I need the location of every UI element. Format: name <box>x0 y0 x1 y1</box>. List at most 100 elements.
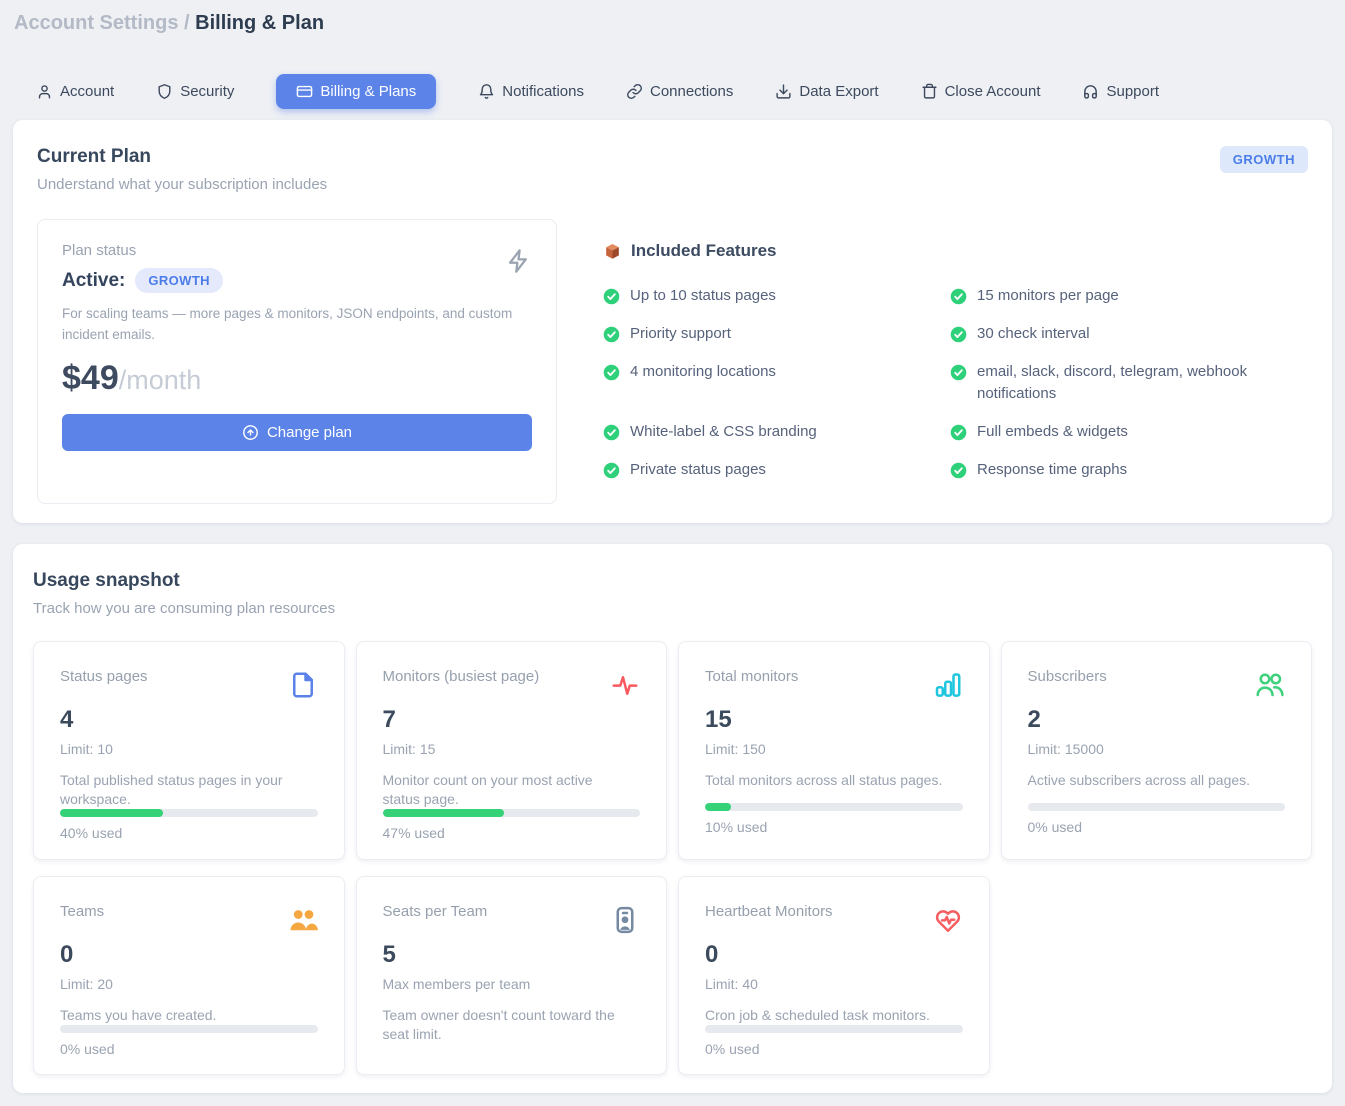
usage-card-description: Monitor count on your most active status… <box>383 771 633 809</box>
usage-card-heartbeat-monitors: Heartbeat Monitors0Limit: 40Cron job & s… <box>678 876 990 1075</box>
usage-card-value: 15 <box>705 706 963 734</box>
usage-card-limit: Limit: 150 <box>705 741 963 757</box>
usage-card-subscribers: Subscribers2Limit: 15000Active subscribe… <box>1001 641 1313 860</box>
feature-label: email, slack, discord, telegram, webhook… <box>977 361 1294 405</box>
price-amount: $49 <box>62 359 119 397</box>
check-circle-icon <box>603 424 620 441</box>
feature-item: 15 monitors per page <box>950 285 1308 307</box>
tab-bar: Account Security Billing & Plans Notificati… <box>36 73 1345 110</box>
feature-label: 4 monitoring locations <box>630 361 776 383</box>
usage-card-title: Total monitors <box>705 668 798 685</box>
usage-card-description: Active subscribers across all pages. <box>1028 771 1278 790</box>
usage-progress: 0% used <box>60 1025 318 1057</box>
feature-item: White-label & CSS branding <box>603 421 950 443</box>
usage-card-limit: Max members per team <box>383 976 641 992</box>
tab-notifications[interactable]: Notifications <box>478 83 584 100</box>
tab-label: Data Export <box>799 83 878 100</box>
usage-card-monitors-busiest-page: Monitors (busiest page)7Limit: 15Monitor… <box>356 641 668 860</box>
progress-fill <box>60 809 163 817</box>
check-circle-icon <box>950 424 967 441</box>
usage-card-seats-per-team: Seats per Team 5 Max members per team Team … <box>356 876 668 1075</box>
feature-item: 4 monitoring locations <box>603 361 950 405</box>
arrow-up-circle-icon <box>242 424 259 441</box>
usage-card-description: Total monitors across all status pages. <box>705 771 955 790</box>
usage-card-value: 4 <box>60 706 318 734</box>
tab-connections[interactable]: Connections <box>626 83 733 100</box>
tab-label: Notifications <box>502 83 584 100</box>
feature-label: Up to 10 status pages <box>630 285 776 307</box>
progress-fill <box>705 803 731 811</box>
feature-item: Response time graphs <box>950 459 1308 481</box>
usage-snapshot-panel: Usage snapshot Track how you are consumi… <box>13 544 1332 1093</box>
bell-icon <box>478 83 495 100</box>
tab-support[interactable]: Support <box>1082 83 1159 100</box>
usage-card-total-monitors: Total monitors 15 Limit: 150 Total monitors… <box>678 641 990 860</box>
tab-data-export[interactable]: Data Export <box>775 83 878 100</box>
check-circle-icon <box>950 462 967 479</box>
feature-label: Priority support <box>630 323 731 345</box>
progress-track <box>1028 803 1286 811</box>
headphones-icon <box>1082 83 1099 100</box>
usage-grid: Status pages4Limit: 10Total published st… <box>33 641 1312 1075</box>
included-features: Included Features Up to 10 status pages 1… <box>603 219 1308 504</box>
change-plan-button[interactable]: Change plan <box>62 414 532 451</box>
usage-card-value: 0 <box>60 941 318 969</box>
usage-percent-label: 40% used <box>60 825 318 841</box>
usage-card-description: Team owner doesn't count toward the seat… <box>383 1006 633 1044</box>
price-period: /month <box>119 365 202 395</box>
tab-close-account[interactable]: Close Account <box>921 83 1041 100</box>
usage-card-title: Monitors (busiest page) <box>383 668 540 685</box>
users-filled-icon <box>288 905 318 935</box>
progress-track <box>705 1025 963 1033</box>
plan-corner-badge: GROWTH <box>1220 146 1308 173</box>
usage-card-title: Seats per Team <box>383 903 488 920</box>
features-heading: Included Features <box>631 241 776 261</box>
current-plan-panel: Current Plan Understand what your subscr… <box>13 120 1332 523</box>
usage-card-limit: Limit: 20 <box>60 976 318 992</box>
progress-track <box>60 1025 318 1033</box>
feature-label: 30 check interval <box>977 323 1090 345</box>
feature-item: Private status pages <box>603 459 950 481</box>
usage-card-description: Total published status pages in your wor… <box>60 771 310 809</box>
check-circle-icon <box>950 326 967 343</box>
breadcrumb-section: Account Settings / <box>14 12 190 34</box>
check-circle-icon <box>603 364 620 381</box>
usage-progress: 0% used <box>705 1025 963 1057</box>
usage-progress: 10% used <box>705 803 963 835</box>
change-plan-label: Change plan <box>267 424 352 441</box>
usage-progress: 47% used <box>383 809 641 841</box>
usage-percent-label: 0% used <box>60 1041 318 1057</box>
progress-track <box>60 809 318 817</box>
tab-account[interactable]: Account <box>36 83 114 100</box>
plan-price: $49/month <box>62 359 532 398</box>
usage-percent-label: 47% used <box>383 825 641 841</box>
plan-active-text: Active: <box>62 270 125 292</box>
feature-item: 30 check interval <box>950 323 1308 345</box>
usage-card-description: Teams you have created. <box>60 1006 310 1025</box>
check-circle-icon <box>603 462 620 479</box>
usage-card-value: 5 <box>383 941 641 969</box>
usage-card-value: 7 <box>383 706 641 734</box>
heart-pulse-icon <box>933 905 963 935</box>
tab-security[interactable]: Security <box>156 83 234 100</box>
plan-description: For scaling teams — more pages & monitor… <box>62 304 522 346</box>
feature-item: Up to 10 status pages <box>603 285 950 307</box>
usage-card-title: Teams <box>60 903 104 920</box>
usage-card-title: Subscribers <box>1028 668 1107 685</box>
tab-label: Connections <box>650 83 733 100</box>
usage-card-value: 2 <box>1028 706 1286 734</box>
tab-billing-plans[interactable]: Billing & Plans <box>276 74 436 109</box>
feature-label: Response time graphs <box>977 459 1127 481</box>
check-circle-icon <box>603 326 620 343</box>
tab-label: Account <box>60 83 114 100</box>
usage-card-value: 0 <box>705 941 963 969</box>
id-badge-icon <box>610 905 640 935</box>
tab-label: Billing & Plans <box>320 83 416 100</box>
tab-label: Security <box>180 83 234 100</box>
package-icon <box>603 242 622 261</box>
features-list: Up to 10 status pages 15 monitors per pag… <box>603 285 1308 481</box>
progress-fill <box>383 809 504 817</box>
trash-icon <box>921 83 938 100</box>
plan-status-card: Plan status Active: GROWTH For scaling t… <box>37 219 557 504</box>
plan-badge: GROWTH <box>135 268 223 293</box>
